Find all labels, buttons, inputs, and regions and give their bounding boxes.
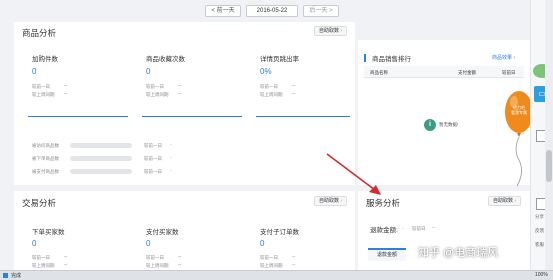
cmp-label: 较上周同期	[146, 92, 169, 97]
bar-label: 被支付商品数	[32, 169, 59, 174]
bar-cmp: 较前一日	[144, 156, 162, 161]
metric-value: 0	[146, 67, 151, 76]
side-label[interactable]: 分享	[535, 214, 544, 220]
metric-value: 0	[32, 67, 37, 76]
cmp-label: 较上周同期	[260, 263, 283, 268]
cmp-label: 较前一日	[146, 255, 164, 260]
next-day-button[interactable]: 后一天 >	[303, 5, 339, 17]
trend-icon: --	[64, 91, 68, 97]
trend-icon: --	[178, 91, 182, 97]
metric-label: 加购件数	[32, 56, 58, 63]
metric-underline	[142, 116, 242, 117]
cmp-label: 较前一日	[32, 255, 50, 260]
bar-label: 被访问商品数	[32, 143, 59, 148]
side-label[interactable]: 客服	[535, 242, 544, 248]
metric-label: 详情页跳出率	[260, 56, 299, 63]
trend-icon: --	[432, 225, 435, 230]
title-accent	[364, 54, 366, 62]
metric-value: 0%	[260, 67, 272, 76]
refund-label: 退款金额:	[370, 227, 398, 234]
trend-icon: --	[292, 262, 296, 268]
cmp-label: 较上周同期	[32, 263, 55, 268]
card-title: 商品销售排行	[372, 56, 411, 63]
metric-label: 下单买家数	[32, 229, 65, 236]
balloon-line: 看我专属	[511, 110, 527, 115]
progress-bar	[70, 169, 132, 174]
trend-icon: --	[64, 83, 68, 89]
product-effect-link[interactable]: 商品效果 ›	[492, 54, 515, 61]
balloon-text: 给力吧 看我专属	[507, 105, 531, 115]
cmp-label: 较上周同期	[260, 92, 283, 97]
trend-icon: -	[170, 142, 172, 147]
cmp-label: 较上周同期	[146, 263, 169, 268]
trend-icon: -	[402, 226, 404, 231]
column-header: 较前日	[502, 70, 516, 75]
card-title: 商品分析	[22, 28, 57, 38]
prev-day-button[interactable]: < 前一天	[205, 5, 241, 17]
balloon-icon[interactable]	[505, 88, 533, 188]
status-text: 完成	[11, 273, 22, 279]
custom-data-button[interactable]: 自助取数 ›	[488, 196, 522, 206]
bar-cmp: 较前一日	[144, 169, 162, 174]
ie-icon	[3, 273, 8, 278]
metric-value: 0	[32, 239, 37, 248]
scrollbar[interactable]	[545, 0, 553, 270]
metric-label: 支付买家数	[146, 229, 179, 236]
cmp-label: 较上周同期	[32, 92, 55, 97]
cmp-label: 较前一日	[146, 84, 164, 89]
bar-label: 被下单商品数	[32, 156, 59, 161]
trend-icon: --	[64, 254, 68, 260]
metric-label: 支付子订单数	[260, 229, 299, 236]
card-title: 交易分析	[22, 198, 57, 208]
trend-icon: --	[178, 83, 182, 89]
cmp-label: 较前一日	[260, 255, 278, 260]
refund-tab[interactable]: 退款金额	[368, 248, 406, 261]
trend-icon: --	[292, 254, 296, 260]
cmp-label: 较前一日	[260, 84, 278, 89]
trend-icon: --	[178, 254, 182, 260]
progress-bar	[70, 143, 132, 148]
info-icon: i	[424, 119, 436, 131]
table-header	[364, 66, 524, 78]
zoom-level[interactable]: 100%	[535, 272, 548, 278]
metric-label: 商品收藏次数	[146, 56, 185, 63]
trend-icon: -	[170, 155, 172, 160]
date-toolbar: < 前一天 2016-05-22 后一天 >	[0, 0, 553, 22]
trend-icon: -	[170, 168, 172, 173]
side-label[interactable]: 反馈	[535, 228, 544, 234]
trade-analysis-card: 交易分析 自助取数 › 下单买家数 0 较前一日 -- 较上周同期 -- 支付买…	[14, 191, 355, 270]
red-arrow-annotation	[326, 153, 381, 195]
watermark: 知乎 @电商瑞风	[418, 247, 499, 259]
date-picker[interactable]: 2016-05-22	[246, 5, 298, 17]
metric-value: 0	[260, 239, 265, 248]
metric-underline	[28, 116, 128, 117]
trend-icon: --	[292, 83, 296, 89]
trend-icon: --	[64, 262, 68, 268]
column-header: 支付金额	[458, 70, 476, 75]
refund-cmp: 较前日	[412, 226, 426, 231]
trend-icon: --	[178, 262, 182, 268]
custom-data-button[interactable]: 自助取数 ›	[314, 26, 348, 36]
metric-underline	[256, 116, 350, 117]
product-analysis-card: 商品分析 自助取数 › 加购件数 0 较前一日 -- 较上周同期 -- 商品收藏…	[14, 22, 355, 185]
scrollbar-thumb[interactable]	[546, 150, 552, 182]
column-header: 商品名称	[370, 70, 388, 75]
empty-text: 暂无数据!	[439, 122, 459, 127]
cmp-label: 较前一日	[32, 84, 50, 89]
progress-bar	[70, 156, 132, 161]
metric-value: 0	[146, 239, 151, 248]
status-bar: 完成 100%	[0, 270, 553, 280]
trend-icon: --	[292, 91, 296, 97]
bar-cmp: 较前一日	[144, 143, 162, 148]
